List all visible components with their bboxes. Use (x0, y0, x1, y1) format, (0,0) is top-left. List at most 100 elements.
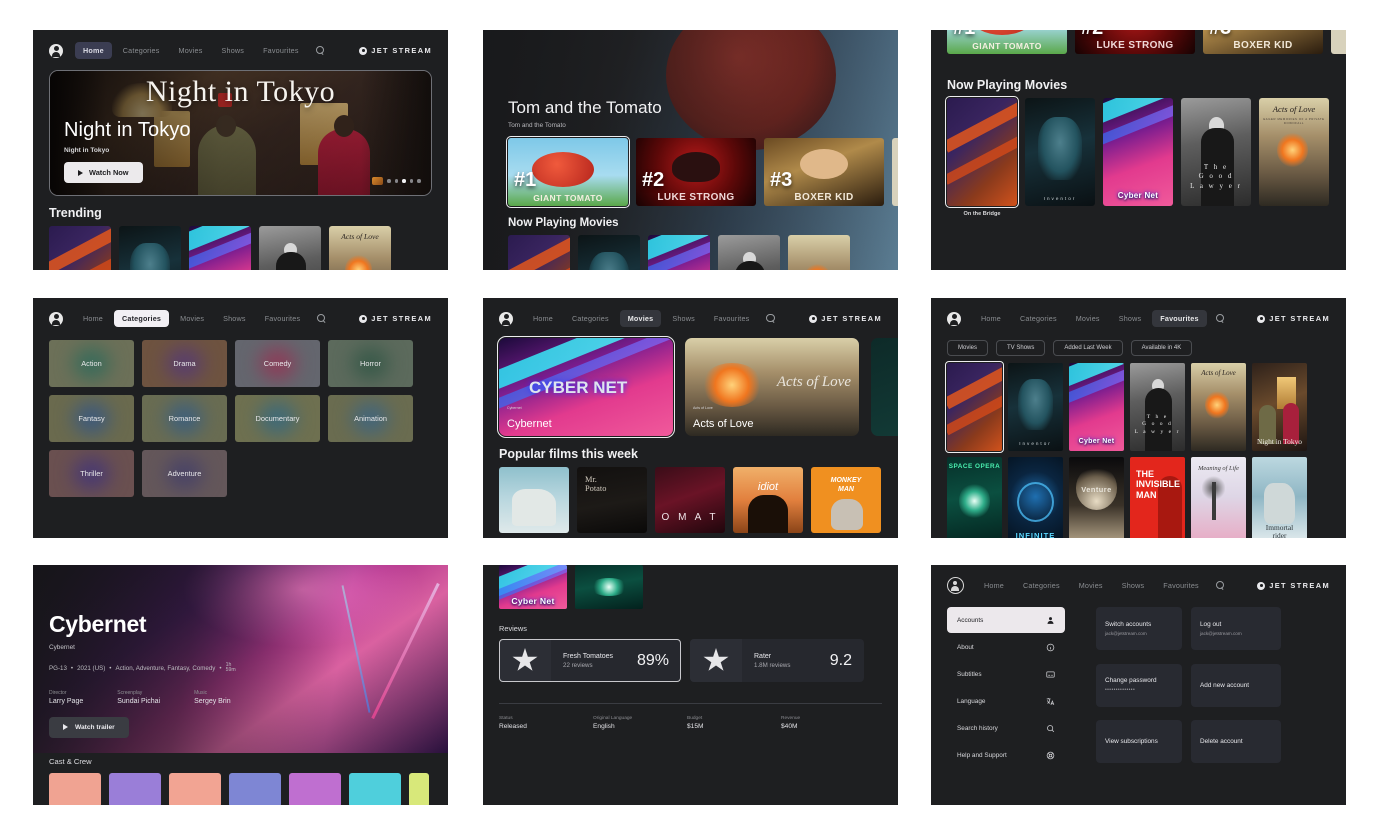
rank-card-3[interactable]: #3 BOXER KID (1203, 30, 1323, 54)
hero-banner[interactable]: Night in Tokyo Night in Tokyo Night in T… (49, 70, 432, 196)
nav-item-categories[interactable]: Categories (1015, 577, 1068, 594)
poster-venture[interactable]: Venture (1069, 457, 1124, 538)
poster-mr-potato[interactable]: Mr. Potato (577, 467, 647, 533)
category-adventure[interactable]: Adventure (142, 450, 227, 497)
category-horror[interactable]: Horror (328, 340, 413, 387)
thumb-cyber-net[interactable]: Cyber Net (499, 565, 567, 609)
poster-cyber-net[interactable] (648, 235, 710, 270)
poster-statue[interactable] (499, 467, 569, 533)
nav-item-movies[interactable]: Movies (619, 310, 662, 327)
nav-item-categories[interactable]: Categories (115, 42, 168, 59)
nav-item-home[interactable]: Home (976, 577, 1012, 594)
card-log-out[interactable]: Log out jack@jetstream.com (1191, 607, 1281, 650)
search-button[interactable] (315, 46, 325, 55)
nav-item-movies[interactable]: Movies (171, 42, 211, 59)
category-romance[interactable]: Romance (142, 395, 227, 442)
nav-item-favourites[interactable]: Favourites (257, 310, 309, 327)
card-view-subscriptions[interactable]: View subscriptions (1096, 720, 1182, 764)
carousel-thumb[interactable] (372, 177, 384, 185)
nav-item-home[interactable]: Home (75, 42, 112, 59)
settings-item-language[interactable]: Language (947, 688, 1065, 714)
poster-the-good-lawyer[interactable] (259, 226, 321, 270)
rank-card-4[interactable] (1331, 30, 1346, 54)
review-card-fresh-tomatoes[interactable]: Fresh Tomatoes 22 reviews 89% (499, 639, 681, 682)
category-documentary[interactable]: Documentary (235, 395, 320, 442)
poster-acts-of-love[interactable]: Acts of Love (329, 226, 391, 270)
nav-item-shows[interactable]: Shows (664, 310, 703, 327)
cast-chip[interactable] (229, 773, 281, 805)
cast-chip[interactable] (49, 773, 101, 805)
nav-item-shows[interactable]: Shows (1114, 577, 1153, 594)
poster-cyber-net[interactable] (189, 226, 251, 270)
watch-trailer-button[interactable]: Watch trailer (49, 716, 129, 738)
nav-item-movies[interactable]: Movies (1068, 310, 1108, 327)
poster-inventor[interactable] (578, 235, 640, 270)
poster-inventor[interactable]: Inventor (1025, 98, 1095, 206)
poster-acts-of-love[interactable] (788, 235, 850, 270)
cast-chip[interactable] (289, 773, 341, 805)
poster-meaning-of-life[interactable]: Meaning of Life (1191, 457, 1246, 538)
settings-item-subtitles[interactable]: Subtitles (947, 661, 1065, 687)
card-add-new-account[interactable]: Add new account (1191, 663, 1281, 707)
poster-on-the-bridge[interactable] (945, 361, 1004, 453)
rank-card-1[interactable]: #1 GIANT TOMATO (947, 30, 1067, 54)
account-avatar-icon[interactable] (947, 311, 961, 326)
search-button[interactable] (766, 314, 775, 323)
category-action[interactable]: Action (49, 340, 134, 387)
nav-item-categories[interactable]: Categories (564, 310, 617, 327)
settings-item-help-and-support[interactable]: Help and Support (947, 742, 1065, 768)
nav-item-home[interactable]: Home (973, 310, 1009, 327)
account-avatar-icon[interactable] (499, 311, 513, 326)
featured-cybernet[interactable]: CYBER NET Cybernet Cybernet (497, 336, 675, 438)
poster-the-good-lawyer[interactable] (718, 235, 780, 270)
poster-infinite[interactable]: INFINITE (1008, 457, 1063, 538)
carousel-dot[interactable] (417, 179, 421, 183)
nav-item-favourites[interactable]: Favourites (1152, 310, 1207, 327)
poster-on-the-bridge[interactable] (508, 235, 570, 270)
cast-chip[interactable] (349, 773, 401, 805)
cast-chip[interactable] (409, 773, 429, 805)
poster-the-good-lawyer[interactable]: T h eG o o dL a w y e r (1130, 363, 1185, 451)
nav-item-shows[interactable]: Shows (214, 42, 253, 59)
cast-chip[interactable] (109, 773, 161, 805)
nav-item-movies[interactable]: Movies (172, 310, 212, 327)
card-switch-accounts[interactable]: Switch accounts jack@jetstream.com (1096, 607, 1182, 650)
poster-space-opera[interactable]: SPACE OPERA (947, 457, 1002, 538)
carousel-dots[interactable] (372, 177, 421, 185)
filter-chip-available-in-4k[interactable]: Available in 4K (1130, 340, 1193, 356)
search-button[interactable] (1215, 314, 1225, 323)
nav-item-home[interactable]: Home (75, 310, 111, 327)
category-comedy[interactable]: Comedy (235, 340, 320, 387)
search-button[interactable] (317, 314, 326, 323)
poster-cyber-net[interactable]: Cyber Net (1069, 363, 1124, 451)
account-avatar-icon[interactable] (49, 311, 63, 326)
filter-chip-tv-shows[interactable]: TV Shows (996, 340, 1046, 356)
poster-cyber-net[interactable]: Cyber Net (1103, 98, 1173, 206)
card-delete-account[interactable]: Delete account (1191, 720, 1281, 764)
poster-night-in-tokyo[interactable]: Night in Tokyo (1252, 363, 1307, 451)
carousel-dot-active[interactable] (402, 179, 406, 183)
nav-item-movies[interactable]: Movies (1071, 577, 1111, 594)
category-thriller[interactable]: Thriller (49, 450, 134, 497)
nav-item-home[interactable]: Home (525, 310, 561, 327)
category-fantasy[interactable]: Fantasy (49, 395, 134, 442)
search-button[interactable] (1215, 581, 1225, 590)
carousel-dot[interactable] (387, 179, 391, 183)
category-drama[interactable]: Drama (142, 340, 227, 387)
settings-item-accounts[interactable]: Accounts (947, 607, 1065, 633)
card-change-password[interactable]: Change password •••••••••••••• (1096, 663, 1182, 707)
filter-chip-movies[interactable]: Movies (947, 340, 989, 356)
rank-card-2[interactable]: #2 LUKE STRONG (1075, 30, 1195, 54)
account-avatar-icon[interactable] (49, 43, 63, 58)
nav-item-categories[interactable]: Categories (1012, 310, 1065, 327)
cast-chip[interactable] (169, 773, 221, 805)
watch-now-button[interactable]: Watch Now (64, 162, 143, 183)
featured-peek[interactable] (871, 338, 898, 436)
rank-card-2[interactable]: #2 LUKE STRONG (636, 138, 756, 206)
rank-card-1[interactable]: #1 GIANT TOMATO (506, 136, 630, 208)
filter-chip-added-last-week[interactable]: Added Last Week (1053, 340, 1123, 356)
carousel-dot[interactable] (394, 179, 399, 183)
rank-card-4[interactable] (892, 138, 898, 206)
poster-immortal-rider[interactable]: Immortal rider (1252, 457, 1307, 538)
poster-monkey-man[interactable]: MONKEY MAN (811, 467, 881, 533)
